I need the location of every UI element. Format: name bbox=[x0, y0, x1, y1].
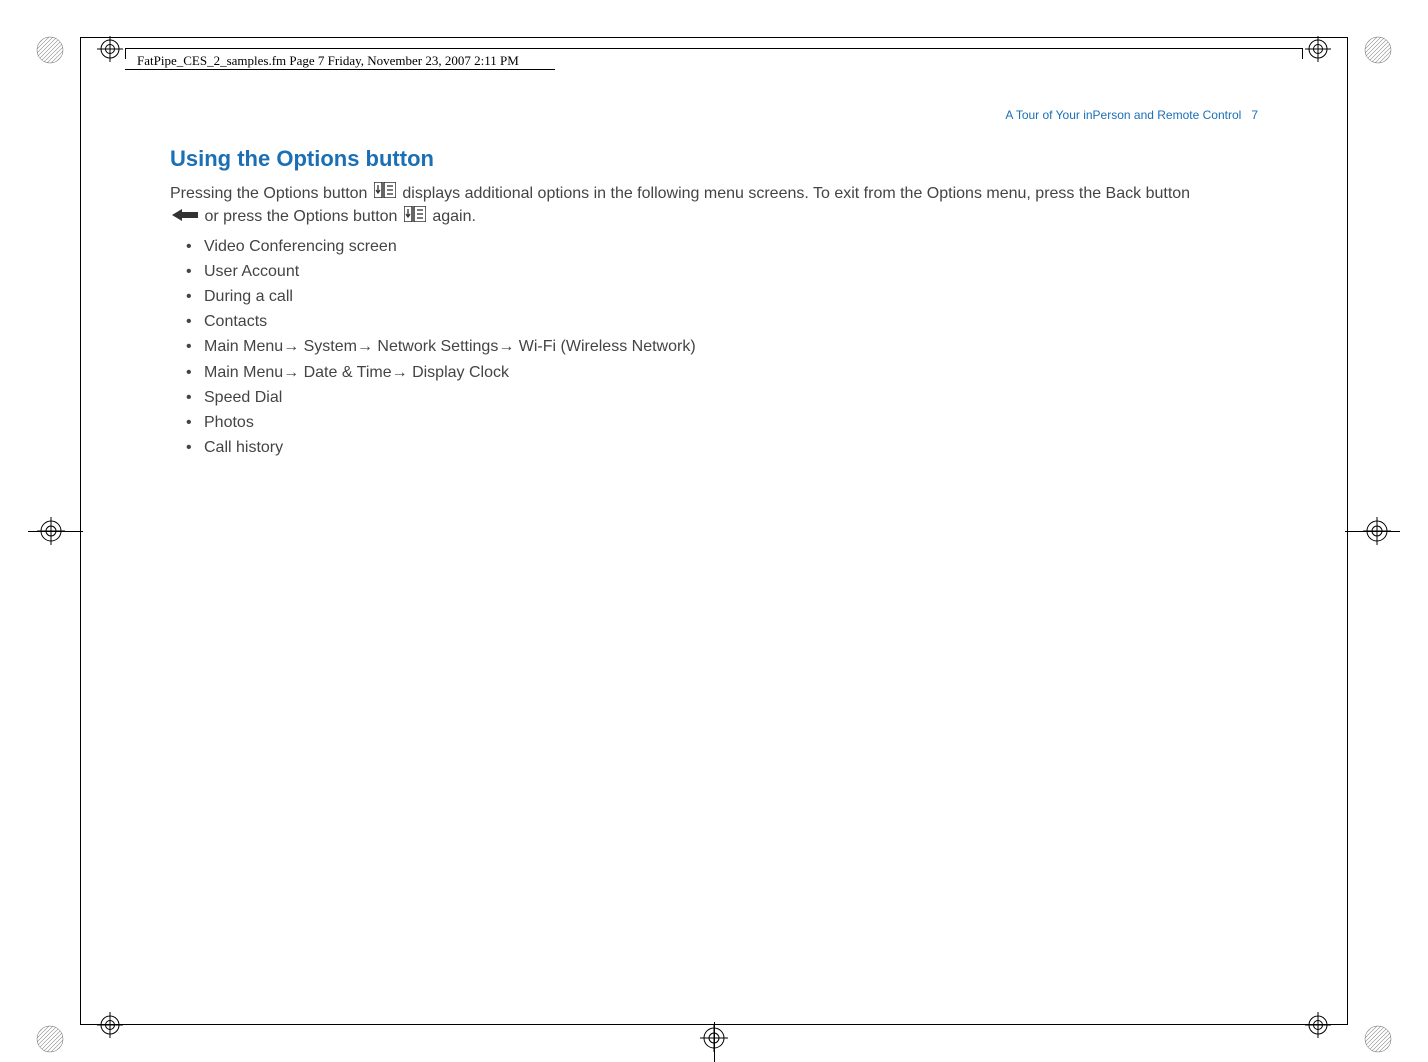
page-number: 7 bbox=[1251, 108, 1258, 122]
running-header-text: A Tour of Your inPerson and Remote Contr… bbox=[1005, 108, 1241, 122]
list-item: User Account bbox=[204, 260, 1258, 283]
list-item: Contacts bbox=[204, 310, 1258, 333]
list-item: Photos bbox=[204, 411, 1258, 434]
intro-text-3: or press the Options button bbox=[204, 208, 401, 225]
crop-stub-left bbox=[28, 531, 83, 532]
registration-hatch-bottom-left bbox=[35, 1024, 65, 1054]
crop-stub-bottom bbox=[714, 1022, 715, 1062]
framemaker-label: FatPipe_CES_2_samples.fm Page 7 Friday, … bbox=[131, 49, 525, 71]
registration-hatch-top-right bbox=[1363, 35, 1393, 65]
framemaker-header: FatPipe_CES_2_samples.fm Page 7 Friday, … bbox=[125, 48, 1303, 71]
intro-text-1: Pressing the Options button bbox=[170, 185, 372, 202]
list-item: Speed Dial bbox=[204, 386, 1258, 409]
crop-stub-right bbox=[1345, 531, 1400, 532]
page-content: A Tour of Your inPerson and Remote Contr… bbox=[170, 108, 1258, 461]
registration-cross-bottom-left bbox=[97, 1012, 123, 1038]
options-button-icon bbox=[374, 182, 396, 205]
bullet-list: Video Conferencing screen User Account D… bbox=[204, 235, 1258, 460]
options-button-icon-2 bbox=[404, 206, 426, 229]
list-item: Call history bbox=[204, 436, 1258, 459]
intro-text-4: again. bbox=[432, 208, 476, 225]
list-item: Video Conferencing screen bbox=[204, 235, 1258, 258]
back-button-icon bbox=[172, 206, 198, 229]
list-item: During a call bbox=[204, 285, 1258, 308]
crop-line-top bbox=[80, 37, 1348, 38]
list-item: Main Menu→ System→ Network Settings→ Wi-… bbox=[204, 335, 1258, 358]
registration-cross-top-left bbox=[97, 36, 123, 62]
registration-hatch-bottom-right bbox=[1363, 1024, 1393, 1054]
registration-cross-bottom-right bbox=[1305, 1012, 1331, 1038]
section-intro: Pressing the Options button displays add… bbox=[170, 182, 1258, 229]
registration-cross-top-right bbox=[1305, 36, 1331, 62]
list-item: Main Menu→ Date & Time→ Display Clock bbox=[204, 361, 1258, 384]
running-header: A Tour of Your inPerson and Remote Contr… bbox=[170, 108, 1258, 122]
registration-hatch-top-left bbox=[35, 35, 65, 65]
section-title: Using the Options button bbox=[170, 146, 1258, 172]
intro-text-2: displays additional options in the follo… bbox=[402, 185, 1190, 202]
